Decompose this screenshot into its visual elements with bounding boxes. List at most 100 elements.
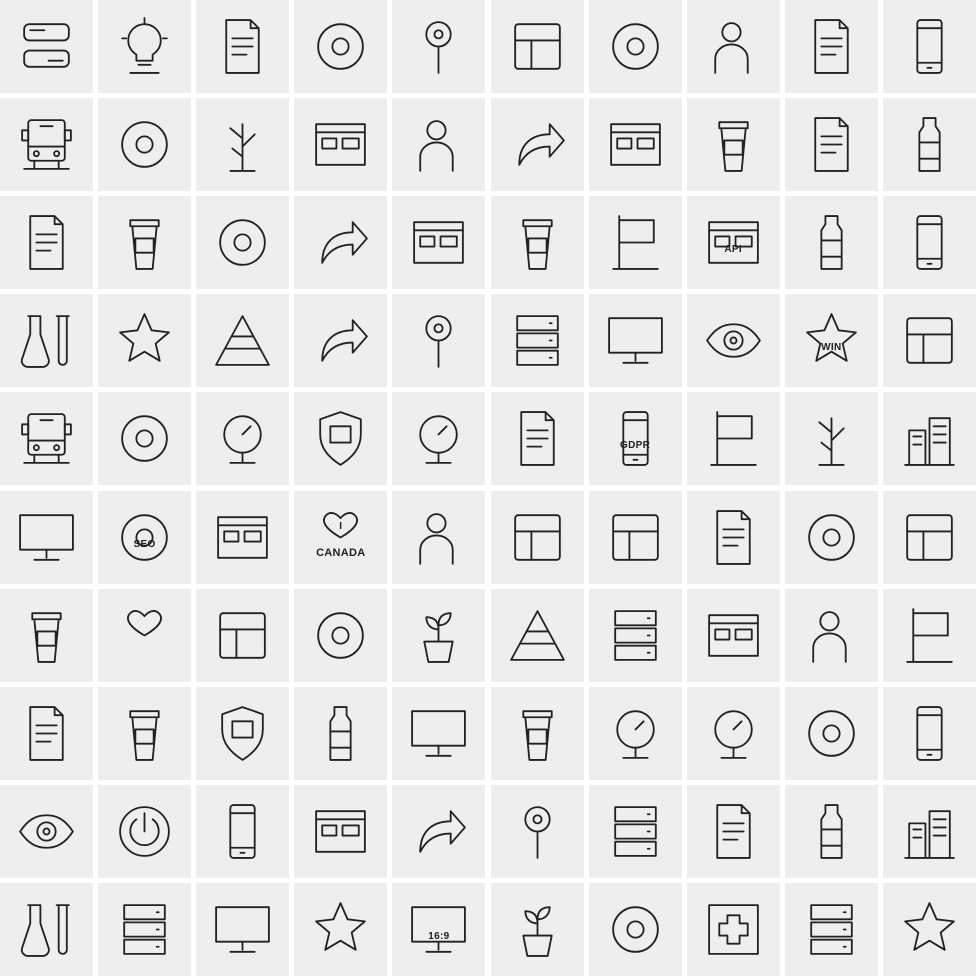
icon-cell[interactable] xyxy=(392,294,486,388)
icon-cell[interactable] xyxy=(294,784,388,878)
icon-cell[interactable] xyxy=(196,0,290,93)
icon-cell[interactable] xyxy=(294,294,388,388)
icon-cell[interactable] xyxy=(686,588,780,682)
icon-cell[interactable] xyxy=(784,686,878,780)
icon-cell[interactable] xyxy=(686,784,780,878)
icon-cell[interactable] xyxy=(784,196,878,290)
icon-cell[interactable] xyxy=(196,196,290,290)
icon-cell[interactable]: 16:9 xyxy=(392,882,486,976)
icon-cell[interactable] xyxy=(0,588,93,682)
icon-cell[interactable] xyxy=(196,784,290,878)
icon-cell[interactable]: WIN xyxy=(784,294,878,388)
icon-cell[interactable] xyxy=(98,294,192,388)
icon-cell[interactable] xyxy=(98,196,192,290)
icon-cell[interactable] xyxy=(882,392,976,486)
icon-cell[interactable] xyxy=(98,0,192,93)
icon-cell[interactable] xyxy=(588,588,682,682)
icon-cell[interactable] xyxy=(588,686,682,780)
icon-cell[interactable] xyxy=(294,588,388,682)
icon-cell[interactable] xyxy=(784,0,878,93)
icon-cell[interactable] xyxy=(490,686,584,780)
icon-cell[interactable] xyxy=(882,0,976,93)
icon-cell[interactable] xyxy=(294,98,388,192)
icon-cell[interactable] xyxy=(490,588,584,682)
icon-cell[interactable] xyxy=(98,392,192,486)
icon-cell[interactable] xyxy=(784,392,878,486)
icon-cell[interactable] xyxy=(588,0,682,93)
icon-cell[interactable] xyxy=(392,196,486,290)
icon-cell[interactable] xyxy=(882,98,976,192)
icon-cell[interactable] xyxy=(588,490,682,584)
icon-cell[interactable] xyxy=(490,784,584,878)
icon-cell[interactable]: API xyxy=(686,196,780,290)
icon-cell[interactable] xyxy=(490,490,584,584)
icon-cell[interactable] xyxy=(490,392,584,486)
icon-cell[interactable] xyxy=(686,882,780,976)
icon-cell[interactable] xyxy=(588,98,682,192)
icon-cell[interactable] xyxy=(0,0,93,93)
icon-cell[interactable] xyxy=(392,784,486,878)
icon-cell[interactable] xyxy=(392,588,486,682)
icon-cell[interactable] xyxy=(784,882,878,976)
icon-cell[interactable] xyxy=(588,196,682,290)
icon-cell[interactable] xyxy=(196,392,290,486)
icon-cell[interactable] xyxy=(882,196,976,290)
icon-cell[interactable] xyxy=(0,196,93,290)
icon-cell[interactable] xyxy=(0,490,93,584)
icon-cell[interactable] xyxy=(392,392,486,486)
icon-cell[interactable] xyxy=(0,882,93,976)
icon-cell[interactable] xyxy=(0,784,93,878)
icon-cell[interactable] xyxy=(196,490,290,584)
icon-cell[interactable] xyxy=(294,686,388,780)
icon-cell[interactable] xyxy=(882,784,976,878)
icon-cell[interactable]: SEO xyxy=(98,490,192,584)
icon-cell[interactable] xyxy=(98,686,192,780)
icon-cell[interactable] xyxy=(392,98,486,192)
icon-cell[interactable] xyxy=(196,294,290,388)
icon-cell[interactable] xyxy=(784,588,878,682)
icon-cell[interactable] xyxy=(686,490,780,584)
icon-cell[interactable] xyxy=(588,882,682,976)
icon-cell[interactable] xyxy=(98,98,192,192)
icon-cell[interactable] xyxy=(392,686,486,780)
icon-cell[interactable] xyxy=(686,0,780,93)
icon-cell[interactable] xyxy=(490,882,584,976)
icon-cell[interactable] xyxy=(784,784,878,878)
icon-cell[interactable] xyxy=(588,784,682,878)
icon-cell[interactable] xyxy=(490,294,584,388)
icon-cell[interactable] xyxy=(294,882,388,976)
icon-cell[interactable] xyxy=(196,98,290,192)
icon-cell[interactable] xyxy=(98,588,192,682)
icon-cell[interactable] xyxy=(196,882,290,976)
icon-cell[interactable]: I CANADA xyxy=(294,490,388,584)
icon-cell[interactable] xyxy=(98,784,192,878)
icon-cell[interactable] xyxy=(686,392,780,486)
icon-cell[interactable] xyxy=(882,588,976,682)
icon-cell[interactable] xyxy=(98,882,192,976)
icon-cell[interactable] xyxy=(882,882,976,976)
icon-cell[interactable] xyxy=(0,686,93,780)
icon-cell[interactable] xyxy=(490,0,584,93)
icon-cell[interactable] xyxy=(588,294,682,388)
icon-cell[interactable] xyxy=(882,490,976,584)
icon-cell[interactable] xyxy=(392,0,486,93)
icon-cell[interactable] xyxy=(196,588,290,682)
icon-cell[interactable] xyxy=(784,490,878,584)
icon-cell[interactable] xyxy=(686,98,780,192)
icon-cell[interactable] xyxy=(882,294,976,388)
icon-cell[interactable] xyxy=(196,686,290,780)
icon-cell[interactable] xyxy=(294,196,388,290)
icon-cell[interactable]: GDPR xyxy=(588,392,682,486)
icon-cell[interactable] xyxy=(490,98,584,192)
icon-cell[interactable] xyxy=(490,196,584,290)
icon-cell[interactable] xyxy=(686,686,780,780)
icon-cell[interactable] xyxy=(0,294,93,388)
icon-cell[interactable] xyxy=(392,490,486,584)
icon-cell[interactable] xyxy=(0,392,93,486)
icon-cell[interactable] xyxy=(294,0,388,93)
icon-cell[interactable] xyxy=(882,686,976,780)
icon-cell[interactable] xyxy=(0,98,93,192)
icon-cell[interactable] xyxy=(294,392,388,486)
icon-cell[interactable] xyxy=(686,294,780,388)
icon-cell[interactable] xyxy=(784,98,878,192)
